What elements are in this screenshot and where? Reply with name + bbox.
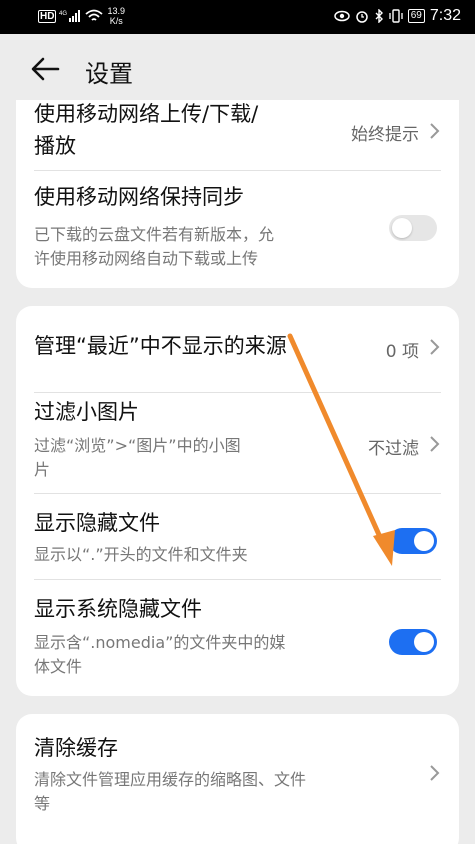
chevron-right-icon (430, 339, 440, 355)
show-system-hidden-files-title: 显示系统隐藏文件 (34, 597, 202, 621)
mobile-data-sync-row: 使用移动网络保持同步 已下载的云盘文件若有新版本，允 许使用移动网络自动下载或上… (16, 178, 459, 288)
clear-cache-title: 清除缓存 (34, 736, 118, 760)
speed-unit: K/s (109, 16, 123, 26)
eye-icon (333, 10, 350, 22)
show-hidden-files-row: 显示隐藏文件 显示以“.”开头的文件和文件夹 (16, 493, 459, 579)
svg-text:4G: 4G (59, 11, 67, 17)
status-bar: HD 4G 13.9 K/s 69 7:32 (0, 0, 475, 34)
speed-value: 13.9 (107, 6, 125, 16)
recent-sources-title: 管理“最近”中不显示的来源 (34, 334, 287, 358)
signal-icon: 4G (59, 10, 81, 22)
toggle-knob (392, 218, 412, 238)
status-left: HD 4G 13.9 K/s (38, 6, 125, 26)
show-hidden-files-toggle[interactable] (389, 528, 437, 554)
mobile-data-transfer-title-line1: 使用移动网络上传/下载/ (34, 102, 259, 126)
battery-icon: 69 (407, 9, 425, 23)
bluetooth-icon (375, 9, 383, 23)
filter-small-images-row[interactable]: 过滤小图片 过滤“浏览”>“图片”中的小图 片 不过滤 (16, 392, 459, 492)
filter-small-images-subtitle-line2: 片 (34, 460, 51, 479)
recent-sources-value: 0 项 (385, 342, 419, 362)
wifi-icon (85, 9, 104, 21)
filter-small-images-value: 不过滤 (368, 439, 419, 459)
filter-small-images-title: 过滤小图片 (34, 400, 139, 424)
settings-card-display: 管理“最近”中不显示的来源 0 项 过滤小图片 过滤“浏览”>“图片”中的小图 … (16, 306, 459, 696)
toggle-knob (414, 632, 434, 652)
clear-cache-row[interactable]: 清除缓存 清除文件管理应用缓存的缩略图、文件 等 (16, 714, 459, 834)
mobile-data-sync-subtitle-line1: 已下载的云盘文件若有新版本，允 (34, 225, 275, 244)
page-title: 设置 (85, 60, 133, 88)
network-speed: 13.9 K/s (107, 6, 125, 26)
mobile-data-transfer-row[interactable]: 使用移动网络上传/下载/ 播放 始终提示 (16, 100, 459, 162)
mobile-data-sync-subtitle-line2: 许使用移动网络自动下载或上传 (34, 249, 259, 268)
chevron-right-icon (430, 436, 440, 452)
show-system-hidden-files-subtitle-line2: 体文件 (34, 657, 83, 676)
clock: 7:32 (429, 7, 461, 24)
vibrate-icon (389, 9, 403, 23)
filter-small-images-subtitle-line1: 过滤“浏览”>“图片”中的小图 (34, 436, 241, 455)
alarm-icon (355, 11, 368, 23)
mobile-data-sync-toggle[interactable] (389, 215, 437, 241)
chevron-right-icon (430, 765, 440, 781)
clear-cache-subtitle-line1: 清除文件管理应用缓存的缩略图、文件 (34, 770, 307, 789)
show-hidden-files-subtitle: 显示以“.”开头的文件和文件夹 (34, 545, 248, 564)
settings-card-network: 使用移动网络上传/下载/ 播放 始终提示 使用移动网络保持同步 已下载的云盘文件… (16, 100, 459, 288)
clear-cache-subtitle-line2: 等 (34, 794, 51, 813)
app-bar: 设置 (0, 34, 475, 104)
hd-badge: HD (38, 9, 57, 23)
arrow-left-icon[interactable] (30, 56, 60, 82)
show-system-hidden-files-row: 显示系统隐藏文件 显示含“.nomedia”的文件夹中的媒 体文件 (16, 579, 459, 696)
recent-sources-row[interactable]: 管理“最近”中不显示的来源 0 项 (16, 306, 459, 390)
status-right: 69 7:32 (333, 7, 461, 25)
divider (34, 170, 441, 171)
mobile-data-transfer-title-line2: 播放 (34, 134, 76, 158)
mobile-data-sync-title: 使用移动网络保持同步 (34, 185, 244, 209)
settings-card-storage: 清除缓存 清除文件管理应用缓存的缩略图、文件 等 (16, 714, 459, 844)
toggle-knob (414, 531, 434, 551)
mobile-data-transfer-value: 始终提示 (351, 125, 419, 145)
show-hidden-files-title: 显示隐藏文件 (34, 511, 160, 535)
show-system-hidden-files-toggle[interactable] (389, 629, 437, 655)
show-system-hidden-files-subtitle-line1: 显示含“.nomedia”的文件夹中的媒 (34, 633, 286, 652)
chevron-right-icon (430, 123, 440, 139)
